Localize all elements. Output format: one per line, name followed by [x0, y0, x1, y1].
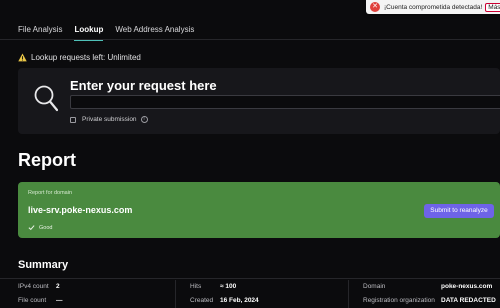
- toast-more-button[interactable]: Más: [485, 2, 500, 12]
- summary-file-count: File count —: [18, 297, 63, 304]
- summary-hits: Hits ≈ 100: [190, 283, 237, 290]
- check-icon: [28, 225, 35, 231]
- private-submission: Private submission i: [70, 116, 148, 123]
- lookup-limit-text: Lookup requests left: Unlimited: [31, 53, 141, 62]
- search-title: Enter your request here: [70, 78, 217, 93]
- private-submission-label: Private submission: [82, 116, 137, 123]
- summary-domain: Domain poke-nexus.com: [363, 283, 493, 290]
- tab-divider: [0, 39, 500, 40]
- summary-heading: Summary: [18, 259, 69, 271]
- lookup-limit: Lookup requests left: Unlimited: [18, 53, 141, 62]
- info-icon[interactable]: i: [140, 116, 148, 123]
- magnifier-icon: [34, 85, 58, 112]
- report-domain: live-srv.poke-nexus.com: [28, 205, 133, 215]
- summary-registration-organization: Registration organization DATA REDACTED: [363, 297, 496, 304]
- close-icon[interactable]: ✕: [370, 2, 380, 12]
- summary-divider: [0, 278, 500, 279]
- column-divider: [348, 280, 349, 308]
- report-status: Good: [28, 224, 52, 231]
- search-card: Enter your request here Private submissi…: [18, 68, 500, 134]
- report-heading: Report: [18, 150, 76, 170]
- column-divider: [175, 280, 176, 308]
- toast-text: ¡Cuenta comprometida detectada!: [384, 3, 483, 11]
- summary-created: Created 16 Feb, 2024: [190, 297, 259, 304]
- breach-toast: ✕ ¡Cuenta comprometida detectada! Más: [366, 0, 500, 14]
- private-submission-checkbox[interactable]: [70, 116, 76, 123]
- report-subtitle: Report for domain: [28, 190, 73, 196]
- report-status-label: Good: [39, 224, 53, 231]
- warning-icon: [18, 53, 27, 62]
- search-input[interactable]: [70, 95, 500, 109]
- submit-to-reanalyze-button[interactable]: Submit to reanalyze: [424, 204, 494, 218]
- summary-ipv4-count: IPv4 count 2: [18, 283, 60, 290]
- report-card: Report for domain live-srv.poke-nexus.co…: [18, 182, 500, 238]
